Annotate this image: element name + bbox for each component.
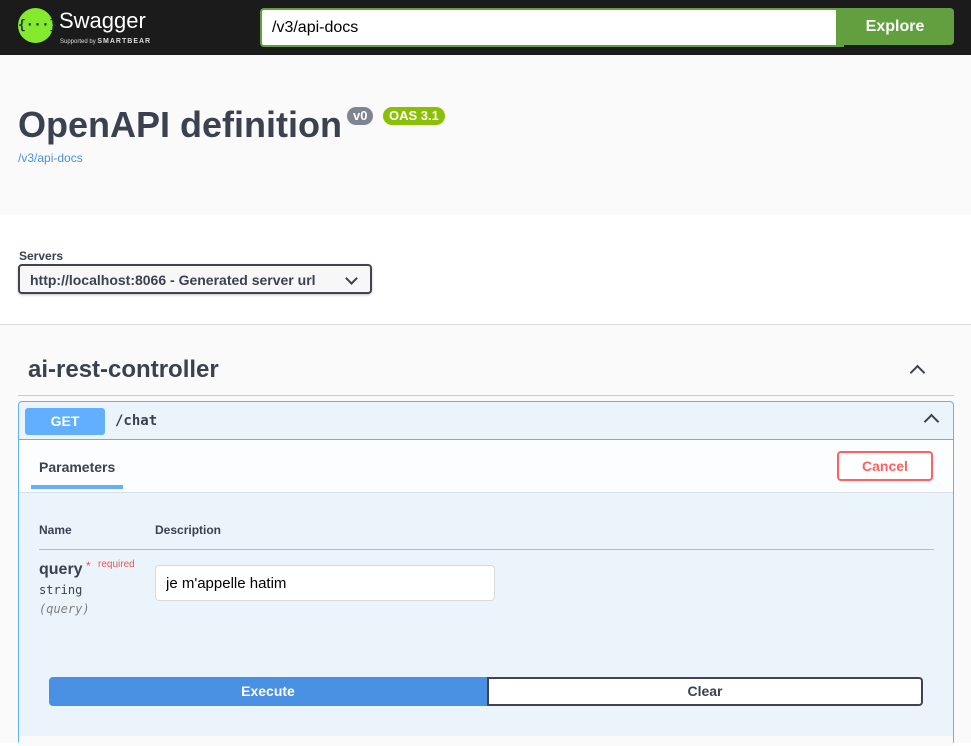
- swagger-logo[interactable]: {···} Swagger Supported by SMARTBEAR: [18, 7, 168, 49]
- spec-link[interactable]: /v3/api-docs: [18, 151, 83, 165]
- tagline-brand: SMARTBEAR: [97, 38, 152, 45]
- required-star: *: [86, 559, 91, 573]
- opblock-summary[interactable]: GET /chat: [19, 402, 953, 440]
- tag-title[interactable]: ai-rest-controller: [28, 356, 219, 384]
- explore-button[interactable]: Explore: [836, 8, 954, 45]
- param-location: (query): [39, 602, 90, 616]
- column-header-description: Description: [155, 523, 222, 537]
- cancel-button[interactable]: Cancel: [837, 451, 933, 481]
- oas-badge: OAS 3.1: [383, 107, 445, 125]
- server-select-value: http://localhost:8066 - Generated server…: [30, 272, 316, 288]
- server-select[interactable]: http://localhost:8066 - Generated server…: [18, 264, 372, 294]
- responses-area: [19, 736, 953, 746]
- topbar: {···} Swagger Supported by SMARTBEAR Exp…: [0, 0, 971, 55]
- page-title: OpenAPI definition: [18, 104, 342, 145]
- chevron-up-icon[interactable]: [909, 364, 926, 381]
- tagline-prefix: Supported by: [60, 39, 96, 45]
- version-badge: v0: [347, 107, 374, 125]
- parameters-header: Parameters Cancel: [19, 440, 953, 493]
- clear-button[interactable]: Clear: [487, 677, 923, 706]
- chevron-down-icon: [345, 272, 358, 285]
- info-section: OpenAPI definition v0 OAS 3.1 /v3/api-do…: [0, 55, 971, 215]
- divider: [39, 549, 934, 550]
- servers-label: Servers: [19, 249, 64, 263]
- operations-section: ai-rest-controller GET /chat Parameters …: [0, 324, 971, 746]
- tab-underline: [31, 485, 123, 489]
- brand-tagline: Supported by SMARTBEAR: [60, 38, 151, 45]
- method-badge: GET: [25, 408, 105, 435]
- opblock-get-chat: GET /chat Parameters Cancel Name Descrip…: [18, 401, 954, 746]
- param-type: string: [39, 583, 83, 597]
- required-label: required: [98, 559, 135, 570]
- column-header-name: Name: [39, 523, 72, 537]
- execute-button[interactable]: Execute: [49, 677, 487, 706]
- swagger-icon: {···}: [18, 8, 57, 43]
- brand-name: Swagger: [59, 8, 146, 33]
- endpoint-path: /chat: [115, 413, 158, 429]
- query-input[interactable]: [155, 565, 495, 601]
- spec-url-input[interactable]: [260, 8, 844, 47]
- chevron-up-icon[interactable]: [923, 413, 940, 430]
- tab-parameters[interactable]: Parameters: [39, 459, 115, 475]
- param-name: query: [39, 561, 83, 578]
- divider: [18, 395, 954, 396]
